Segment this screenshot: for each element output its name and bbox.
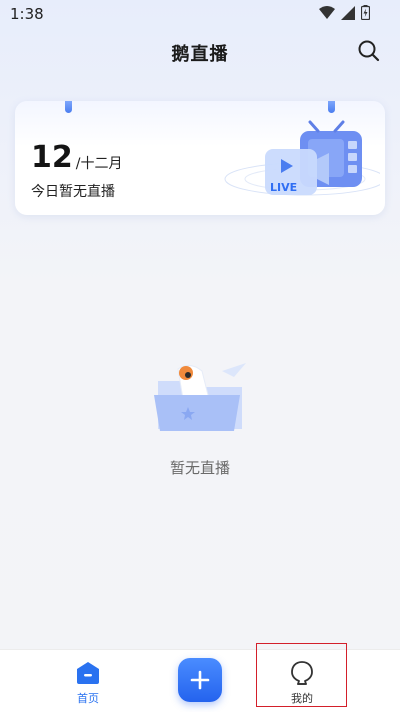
date-month: /十二月 (75, 156, 123, 172)
today-status: 今日暂无直播 (31, 184, 115, 200)
battery-icon (361, 5, 370, 20)
date-row: 12 /十二月 (31, 143, 122, 173)
plus-icon (190, 670, 210, 690)
status-time: 1:38 (10, 5, 44, 23)
empty-folder-illustration (154, 363, 246, 431)
status-icons (319, 5, 370, 20)
date-day: 12 (31, 140, 73, 175)
search-button[interactable] (356, 38, 382, 64)
search-icon (358, 40, 380, 62)
live-badge: LIVE (270, 181, 297, 194)
live-tv-illustration: LIVE (224, 120, 380, 196)
nav-label-home: 首页 (77, 692, 99, 705)
signal-icon (341, 5, 355, 20)
title-bar: 鹅直播 (0, 36, 400, 68)
status-bar: 1:38 (0, 0, 400, 28)
highlight-box (256, 643, 347, 707)
wifi-icon (319, 6, 335, 19)
nav-item-home[interactable]: 首页 (48, 650, 128, 712)
page-title: 鹅直播 (171, 44, 229, 65)
calendar-card: 12 /十二月 今日暂无直播 LIVE (15, 101, 385, 215)
calendar-pin-left (65, 101, 72, 113)
empty-state-text: 暂无直播 (169, 459, 230, 477)
home-icon (77, 662, 99, 684)
add-button[interactable] (178, 658, 222, 702)
